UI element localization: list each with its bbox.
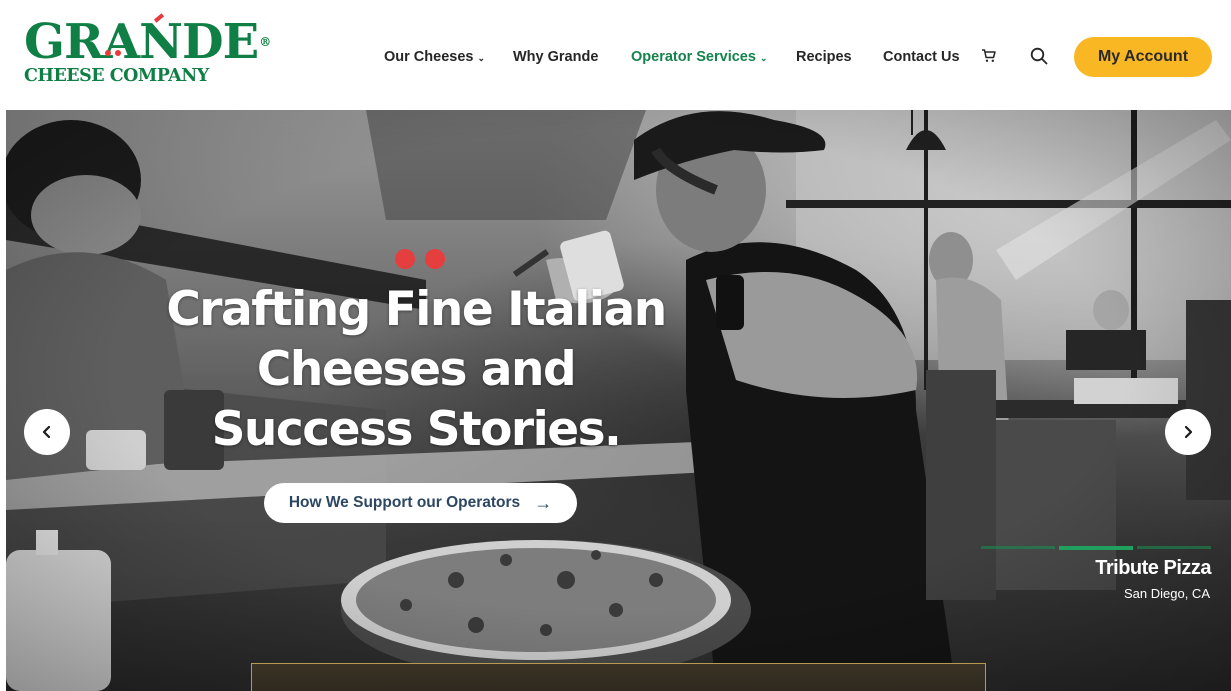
logo-name-top: GRANDE — [24, 14, 259, 70]
site-header: GRANDE® CHEESE COMPANY Our Cheeses ⌄ Why… — [0, 0, 1231, 110]
nav-label: Why Grande — [513, 49, 599, 65]
slide-caption-title: Tribute Pizza — [1095, 557, 1211, 579]
slide-progress — [981, 546, 1211, 550]
decorative-dots-icon — [395, 249, 455, 274]
slide-indicator[interactable] — [1137, 546, 1211, 549]
slide-caption-location: San Diego, CA — [1124, 586, 1210, 601]
content-panel — [251, 663, 986, 691]
nav-operator-services[interactable]: Operator Services ⌄ — [631, 49, 767, 65]
nav-contact-us[interactable]: Contact Us — [883, 49, 960, 65]
nav-label: Contact Us — [883, 49, 960, 65]
nav-label: Recipes — [796, 49, 852, 65]
slider-next-button[interactable] — [1165, 409, 1211, 455]
search-icon[interactable] — [1030, 47, 1048, 65]
cta-label: How We Support our Operators — [288, 494, 521, 511]
nav-why-grande[interactable]: Why Grande — [513, 49, 598, 65]
arrow-right-icon: → — [534, 492, 553, 513]
nav-recipes[interactable]: Recipes — [796, 49, 852, 65]
cart-icon[interactable] — [981, 48, 997, 64]
hero-headline: Crafting Fine Italian Cheeses and Succes… — [166, 282, 667, 457]
registered-mark: ® — [259, 35, 271, 49]
nav-label: Our Cheeses — [384, 49, 474, 65]
chevron-left-icon — [42, 425, 51, 439]
chevron-right-icon — [1184, 425, 1193, 439]
chevron-down-icon: ⌄ — [759, 52, 768, 63]
slide-indicator-active[interactable] — [1059, 546, 1133, 550]
chevron-down-icon: ⌄ — [477, 52, 486, 63]
slide-indicator[interactable] — [981, 546, 1055, 549]
support-operators-button[interactable]: How We Support our Operators → — [264, 483, 577, 523]
nav-label: Operator Services — [631, 49, 756, 65]
slider-prev-button[interactable] — [24, 409, 70, 455]
nav-our-cheeses[interactable]: Our Cheeses ⌄ — [384, 49, 485, 65]
logo-umlaut-icon — [105, 16, 125, 64]
hero-slider: Crafting Fine Italian Cheeses and Succes… — [6, 110, 1231, 691]
my-account-button[interactable]: My Account — [1074, 37, 1212, 77]
grande-logo[interactable]: GRANDE® CHEESE COMPANY — [24, 13, 271, 98]
